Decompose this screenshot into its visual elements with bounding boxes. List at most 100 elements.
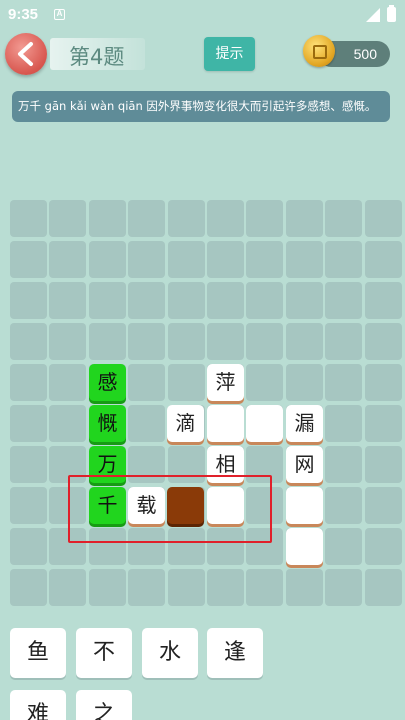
grid-cell bbox=[285, 364, 323, 401]
grid-cell bbox=[364, 200, 402, 237]
grid-cell bbox=[285, 323, 323, 360]
grid-cell bbox=[246, 323, 284, 360]
board-tile-empty[interactable] bbox=[246, 405, 283, 442]
back-button[interactable] bbox=[5, 33, 47, 75]
grid-cell bbox=[364, 405, 402, 442]
board-tile[interactable]: 网 bbox=[286, 446, 323, 483]
grid-cell bbox=[364, 487, 402, 524]
grid-cell bbox=[246, 241, 284, 278]
grid-cell bbox=[49, 200, 87, 237]
grid-cell bbox=[325, 569, 363, 606]
grid-cell bbox=[207, 282, 244, 319]
grid-cell bbox=[167, 282, 205, 319]
grid-cell bbox=[88, 282, 126, 319]
grid-cell bbox=[10, 323, 47, 360]
grid-cell bbox=[246, 364, 284, 401]
grid-cell bbox=[49, 364, 87, 401]
grid-cell bbox=[88, 200, 126, 237]
grid-cell bbox=[207, 241, 244, 278]
candidate-char[interactable]: 之 bbox=[76, 690, 132, 720]
grid-cell bbox=[128, 569, 166, 606]
hint-button[interactable]: 提示 bbox=[204, 37, 255, 71]
grid-cell bbox=[128, 364, 166, 401]
grid-cell bbox=[128, 241, 166, 278]
board-tile-empty[interactable] bbox=[286, 487, 323, 524]
status-time: 9:35 bbox=[8, 6, 39, 23]
grid-cell bbox=[325, 200, 363, 237]
grid-cell bbox=[325, 323, 363, 360]
grid-cell bbox=[167, 364, 205, 401]
grid-cell bbox=[128, 200, 166, 237]
grid-cell bbox=[325, 487, 363, 524]
candidate-char[interactable]: 鱼 bbox=[10, 628, 66, 678]
idiom-definition: 万千 gān kǎi wàn qiān 因外界事物变化很大而引起许多感想、感慨。 bbox=[12, 91, 390, 122]
grid-cell bbox=[285, 282, 323, 319]
annotation-highlight-box bbox=[68, 475, 272, 543]
grid-cell bbox=[364, 241, 402, 278]
board-tile[interactable]: 萍 bbox=[207, 364, 244, 401]
grid-cell bbox=[364, 569, 402, 606]
grid-cell bbox=[128, 323, 166, 360]
notification-icon: A bbox=[54, 9, 65, 20]
grid-cell bbox=[364, 528, 402, 565]
grid-cell bbox=[364, 364, 402, 401]
grid-cell bbox=[10, 446, 47, 483]
grid-cell bbox=[49, 282, 87, 319]
grid-cell bbox=[10, 282, 47, 319]
grid-cell bbox=[364, 282, 402, 319]
grid-cell bbox=[325, 241, 363, 278]
grid-cell bbox=[207, 323, 244, 360]
board-tile[interactable]: 滴 bbox=[167, 405, 204, 442]
grid-cell bbox=[167, 241, 205, 278]
board-tile-solved[interactable]: 慨 bbox=[89, 405, 126, 442]
candidate-char[interactable]: 逢 bbox=[207, 628, 263, 678]
puzzle-grid bbox=[8, 198, 402, 608]
grid-cell bbox=[49, 323, 87, 360]
candidate-char[interactable]: 不 bbox=[76, 628, 132, 678]
grid-cell bbox=[325, 405, 363, 442]
coin-icon bbox=[303, 35, 335, 67]
level-title: 第4题 bbox=[69, 45, 125, 69]
grid-cell bbox=[285, 569, 323, 606]
grid-cell bbox=[207, 569, 244, 606]
grid-cell bbox=[88, 323, 126, 360]
board-tile-solved[interactable]: 感 bbox=[89, 364, 126, 401]
grid-cell bbox=[285, 241, 323, 278]
grid-cell bbox=[325, 282, 363, 319]
grid-cell bbox=[88, 569, 126, 606]
status-bar: 9:35 A bbox=[0, 0, 405, 30]
chevron-left-icon bbox=[18, 42, 33, 66]
grid-cell bbox=[49, 241, 87, 278]
board-tile-empty[interactable] bbox=[286, 528, 323, 565]
grid-cell bbox=[49, 569, 87, 606]
grid-cell bbox=[325, 364, 363, 401]
grid-cell bbox=[10, 569, 47, 606]
grid-cell bbox=[246, 282, 284, 319]
grid-cell bbox=[285, 200, 323, 237]
grid-cell bbox=[49, 405, 87, 442]
board-tile[interactable]: 漏 bbox=[286, 405, 323, 442]
grid-cell bbox=[88, 241, 126, 278]
grid-cell bbox=[167, 323, 205, 360]
candidate-char[interactable]: 难 bbox=[10, 690, 66, 720]
grid-cell bbox=[10, 364, 47, 401]
grid-cell bbox=[207, 200, 244, 237]
grid-cell bbox=[325, 528, 363, 565]
grid-cell bbox=[246, 569, 284, 606]
battery-icon bbox=[387, 5, 396, 22]
grid-cell bbox=[325, 446, 363, 483]
grid-cell bbox=[167, 569, 205, 606]
grid-cell bbox=[128, 405, 166, 442]
grid-cell bbox=[167, 200, 205, 237]
signal-icon bbox=[366, 8, 380, 22]
candidate-char[interactable]: 水 bbox=[142, 628, 198, 678]
board-tile-empty[interactable] bbox=[207, 405, 244, 442]
grid-cell bbox=[10, 200, 47, 237]
grid-cell bbox=[364, 446, 402, 483]
grid-cell bbox=[246, 200, 284, 237]
grid-cell bbox=[10, 405, 47, 442]
grid-cell bbox=[10, 528, 47, 565]
grid-cell bbox=[10, 241, 47, 278]
grid-cell bbox=[128, 282, 166, 319]
grid-cell bbox=[10, 487, 47, 524]
